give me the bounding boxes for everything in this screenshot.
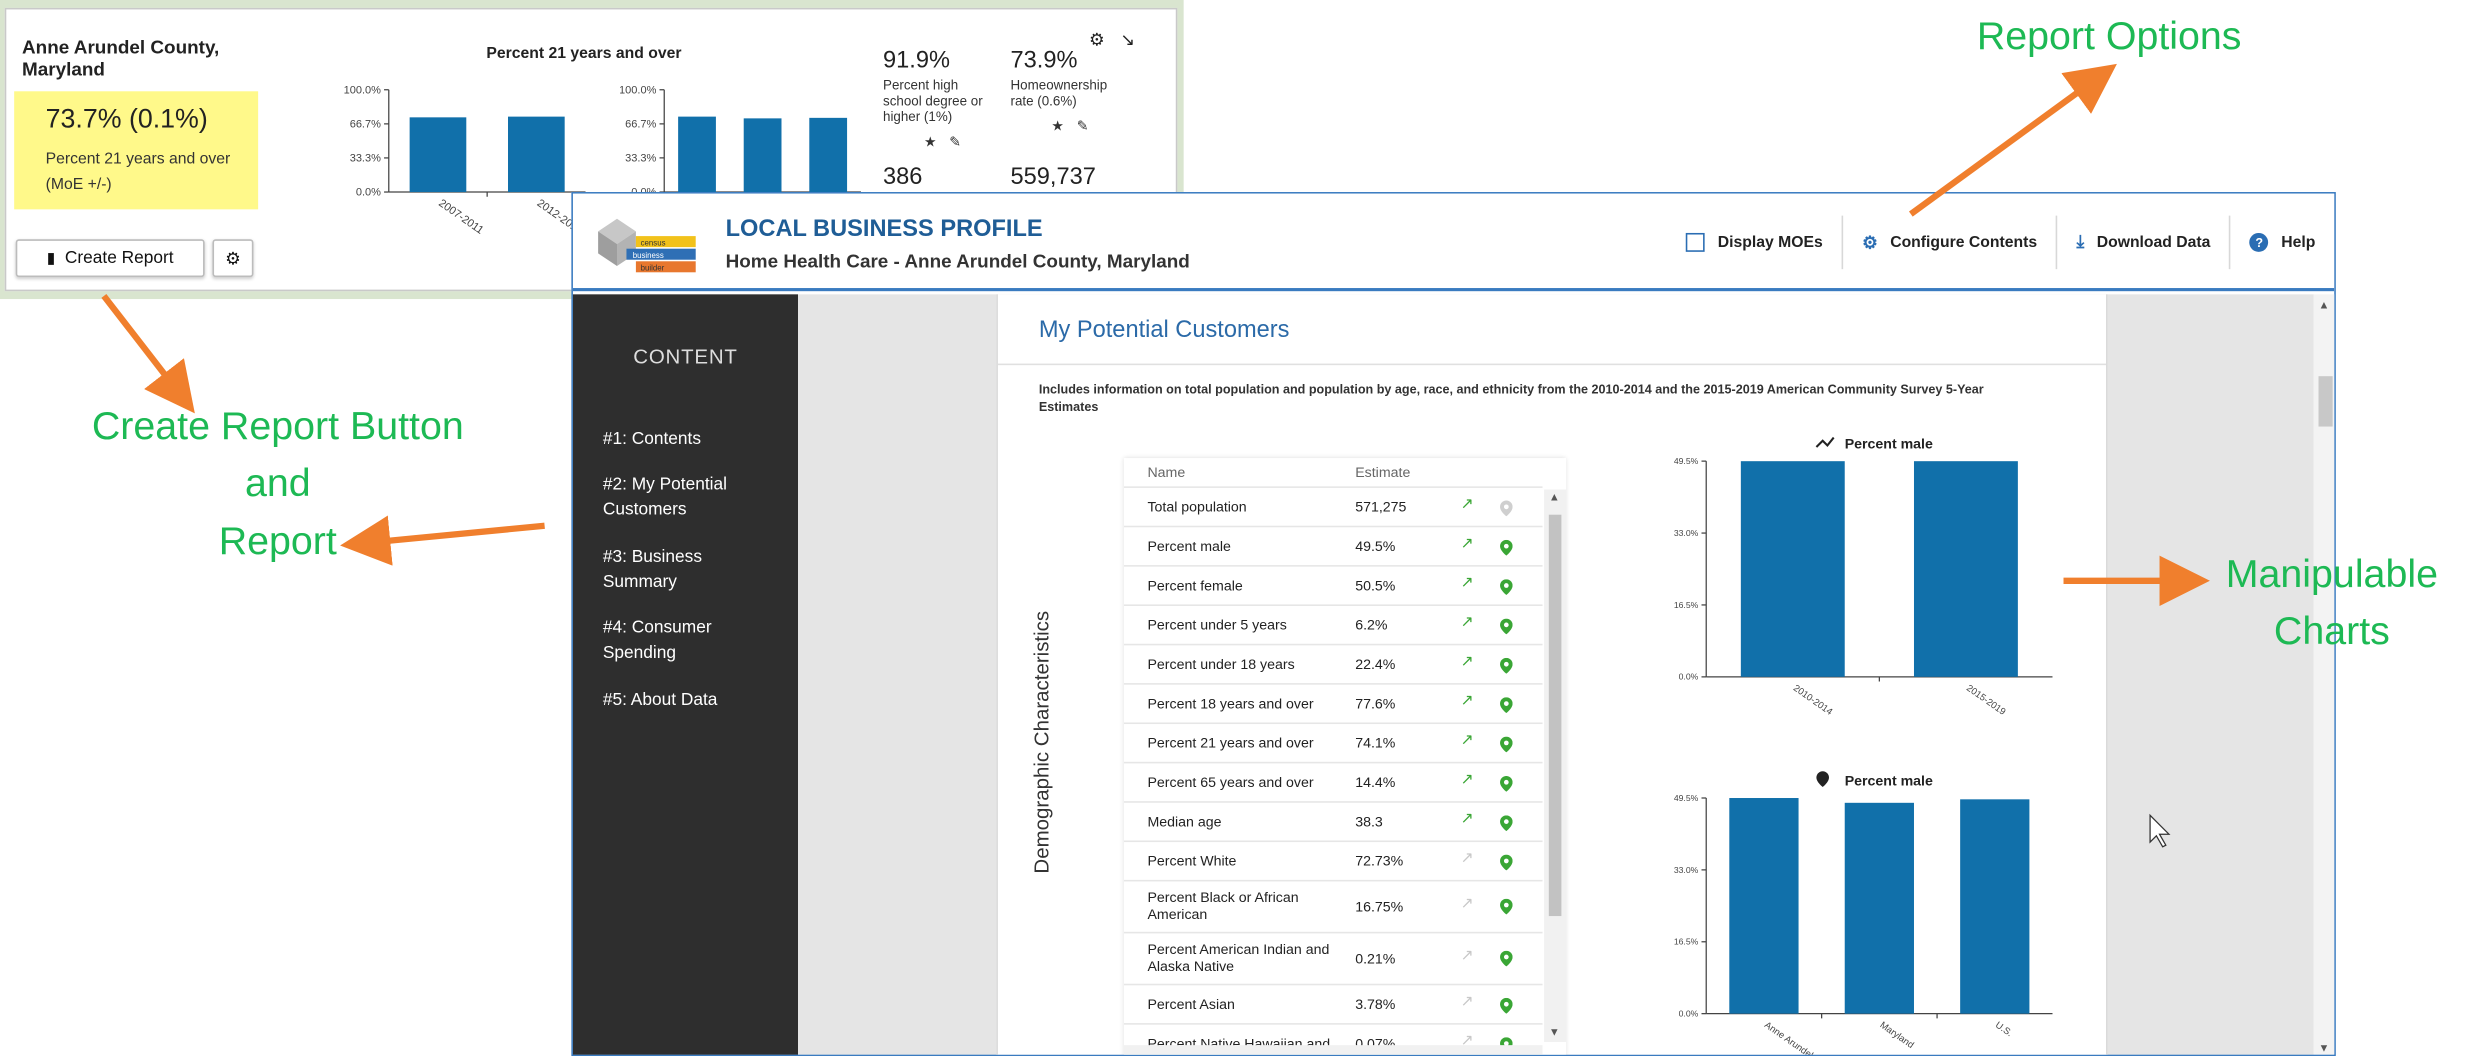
mouse-cursor-icon: [2149, 813, 2171, 848]
annotation-create-report-1: Create Report Button: [91, 404, 464, 449]
arrow-create-report: [101, 293, 195, 414]
annotation-manipulable-1: Manipulable: [2225, 552, 2438, 597]
annotation-report-options: Report Options: [1976, 14, 2242, 59]
annotation-create-report-3: Report: [218, 519, 337, 564]
annotation-manipulable-2: Charts: [2273, 609, 2390, 654]
annotation-create-report-2: and: [244, 461, 311, 506]
arrow-report-options: [1908, 63, 2117, 217]
